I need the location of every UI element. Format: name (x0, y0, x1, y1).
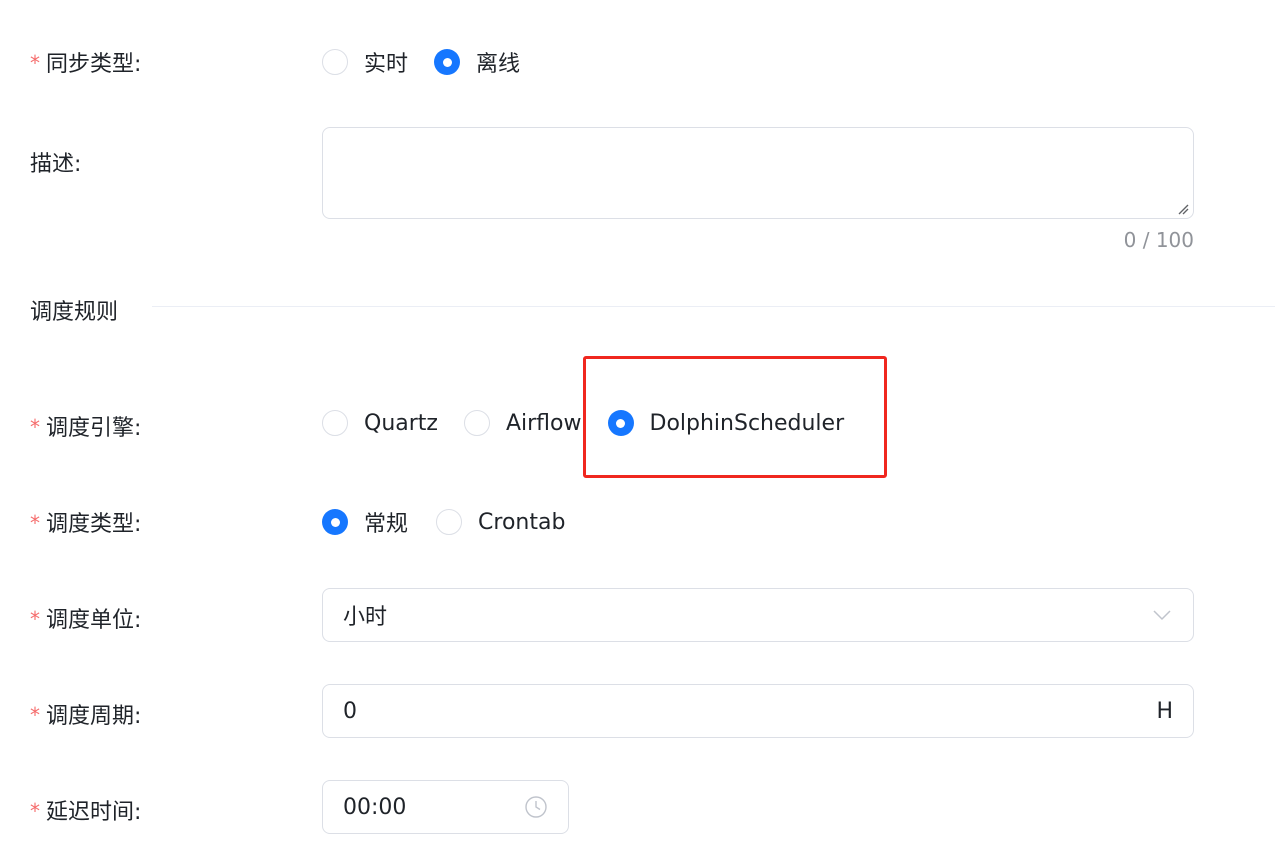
sync-type-radio-group: 实时 离线 (322, 46, 546, 78)
delay-time-label: * 延迟时间: (30, 799, 142, 825)
schedule-unit-label: * 调度单位: (30, 607, 142, 633)
chevron-down-icon[interactable] (1151, 604, 1173, 626)
schedule-period-input[interactable]: 0 H (322, 684, 1194, 738)
schedule-unit-select[interactable]: 小时 (322, 588, 1194, 642)
sync-type-label: * 同步类型: (30, 51, 142, 77)
delay-time-picker[interactable]: 00:00 (322, 780, 569, 834)
schedule-engine-radio-airflow[interactable]: Airflow (463, 410, 582, 436)
section-divider (152, 306, 1275, 307)
required-mark: * (30, 607, 40, 631)
required-mark: * (30, 799, 40, 823)
schedule-period-label: * 调度周期: (30, 703, 142, 729)
clock-icon[interactable] (524, 795, 548, 819)
radio-checked-icon (322, 509, 348, 535)
radio-checked-icon (434, 49, 461, 75)
sync-type-radio-realtime[interactable]: 实时 (322, 46, 408, 78)
schedule-engine-radio-group: Quartz Airflow DolphinScheduler (322, 410, 870, 436)
radio-unchecked-icon (436, 509, 463, 535)
schedule-section-title: 调度规则 (30, 300, 119, 325)
schedule-type-label: * 调度类型: (30, 511, 142, 537)
description-textarea[interactable] (322, 127, 1194, 219)
schedule-engine-radio-quartz[interactable]: Quartz (322, 410, 438, 436)
schedule-period-value: 0 (343, 698, 357, 724)
radio-unchecked-icon (463, 410, 490, 436)
schedule-period-suffix: H (1156, 698, 1173, 724)
schedule-type-radio-group: 常规 Crontab (322, 506, 591, 538)
schedule-type-radio-crontab[interactable]: Crontab (436, 509, 565, 535)
description-label: 描述: (30, 152, 82, 177)
schedule-unit-value: 小时 (343, 605, 388, 630)
schedule-engine-radio-dolphinscheduler[interactable]: DolphinScheduler (607, 410, 844, 436)
schedule-engine-label: * 调度引擎: (30, 415, 142, 441)
radio-unchecked-icon (322, 410, 348, 436)
delay-time-value: 00:00 (343, 794, 407, 820)
required-mark: * (30, 703, 40, 727)
description-char-counter: 0 / 100 (1123, 228, 1194, 252)
required-mark: * (30, 51, 40, 75)
radio-unchecked-icon (322, 49, 348, 75)
sync-type-radio-offline[interactable]: 离线 (434, 46, 520, 78)
radio-checked-icon (607, 410, 634, 436)
required-mark: * (30, 415, 40, 439)
schedule-type-radio-regular[interactable]: 常规 (322, 506, 408, 538)
resize-grip-icon[interactable] (1177, 203, 1189, 215)
required-mark: * (30, 511, 40, 535)
